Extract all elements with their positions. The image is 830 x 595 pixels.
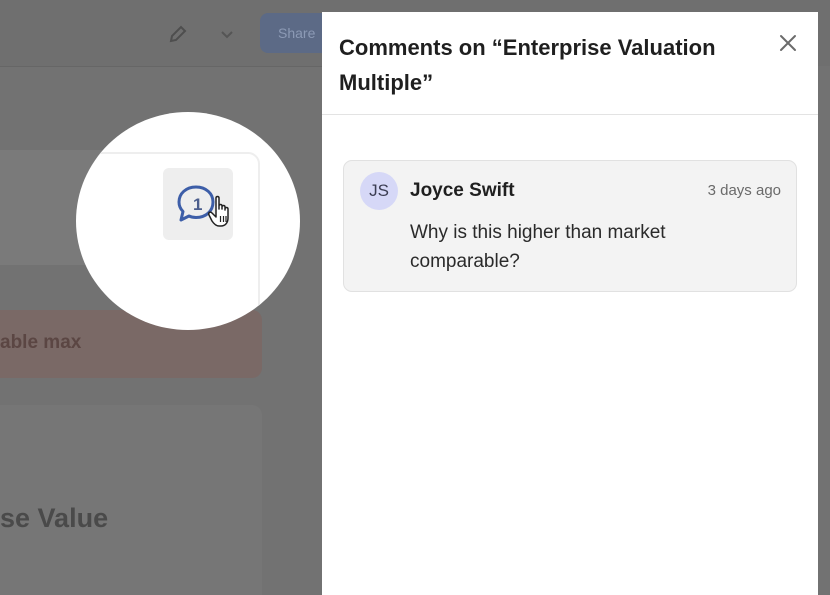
share-button-label: Share	[278, 25, 316, 41]
close-icon[interactable]	[777, 32, 799, 54]
alert-text: able max	[0, 332, 82, 353]
pencil-icon[interactable]	[166, 22, 190, 46]
comment-text: Why is this higher than market comparabl…	[410, 222, 666, 272]
panel-header: Comments on “Enterprise Valuation Multip…	[322, 12, 818, 115]
comment-button[interactable]: 1	[163, 168, 233, 240]
divider	[0, 66, 330, 67]
comments-panel: Comments on “Enterprise Valuation Multip…	[322, 12, 818, 595]
comment-count: 1	[193, 195, 203, 214]
panel-title: Comments on “Enterprise Valuation Multip…	[339, 35, 716, 95]
comment-timestamp: 3 days ago	[707, 182, 781, 199]
value-card-title: se Value	[0, 503, 109, 533]
magnifier-callout: 1	[76, 112, 300, 330]
chevron-down-icon[interactable]	[217, 24, 237, 44]
avatar: JS	[360, 172, 398, 210]
comment-author: Joyce Swift	[410, 180, 515, 201]
comment-card: JS Joyce Swift 3 days ago Why is this hi…	[343, 160, 797, 292]
hand-pointer-icon	[208, 195, 229, 227]
value-card: se Value	[0, 405, 262, 595]
